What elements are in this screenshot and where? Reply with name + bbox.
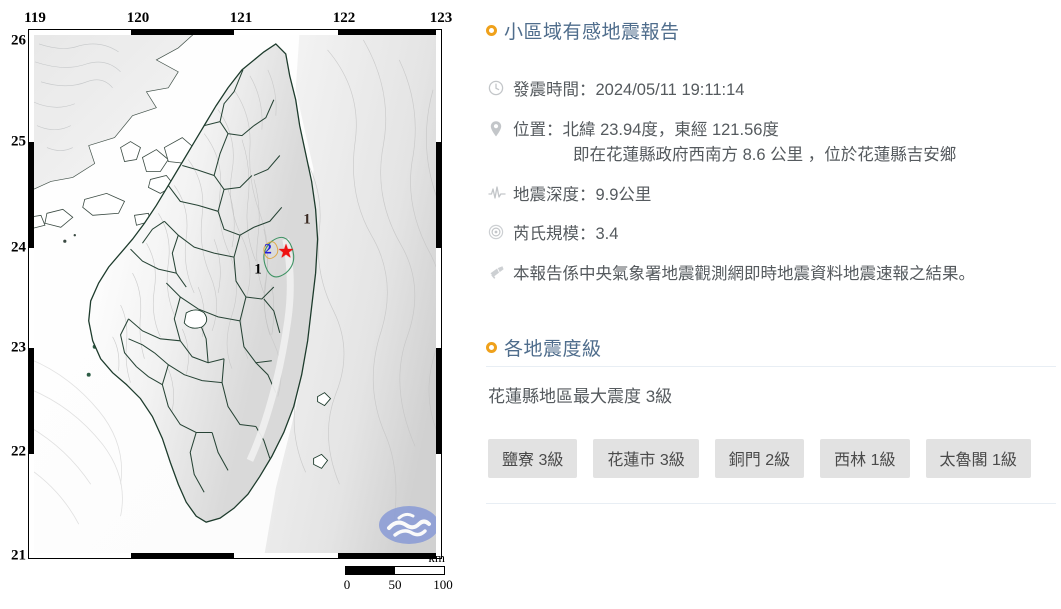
detail-row-depth: 地震深度：9.9公里 — [488, 183, 1058, 209]
magnitude-text: 芮氏規模：3.4 — [513, 225, 619, 244]
ripple-icon — [488, 224, 504, 244]
section-divider-bottom — [486, 503, 1056, 504]
detail-row-origin-time: 發震時間：2024/05/11 19:11:14 — [488, 78, 1058, 104]
depth-text: 地震深度：9.9公里 — [513, 185, 652, 204]
clock-icon — [488, 80, 504, 100]
scale-tick: 100 — [433, 577, 453, 592]
report-panel: 小區域有感地震報告 發震時間：2024/05/11 19:11:14 位置：北緯… — [482, 0, 1061, 609]
lat-tick: 26 — [11, 32, 26, 49]
max-intensity-text: 花蓮縣地區最大震度 3級 — [488, 387, 673, 406]
map-frame-right-ticks — [436, 29, 442, 559]
megaphone-icon — [488, 264, 504, 284]
station-badge[interactable]: 花蓮市 3級 — [593, 439, 699, 478]
report-heading-text: 小區域有感地震報告 — [504, 22, 680, 43]
earthquake-report-page: 119 120 121 122 123 26 25 24 23 22 21 ★ … — [0, 0, 1061, 609]
scale-unit-label: km — [428, 550, 445, 565]
lat-tick: 25 — [11, 133, 26, 150]
cwa-wave-logo-icon — [379, 506, 439, 544]
intensity-label-2: 2 — [264, 241, 272, 258]
location-sub-text: 即在花蓮縣政府西南方 8.6 公里 ，位於花蓮縣吉安鄉 — [573, 146, 957, 165]
scale-tick: 50 — [388, 577, 402, 592]
map-frame-left-ticks — [28, 29, 34, 559]
intensity-station-badges: 鹽寮 3級 花蓮市 3級 銅門 2級 西林 1級 太魯閣 1級 — [488, 439, 1031, 478]
lon-tick: 123 — [429, 10, 453, 26]
origin-time-text: 發震時間：2024/05/11 19:11:14 — [513, 81, 745, 99]
map-longitude-axis: 119 120 121 122 123 — [0, 10, 460, 30]
map-frame-top-ticks — [28, 29, 442, 35]
scale-bar-ticks: 0 50 100 — [343, 577, 453, 592]
intensity-label-1-north: 1 — [303, 211, 311, 228]
scale-tick: 0 — [343, 577, 351, 592]
map-frame-bottom-ticks — [28, 553, 442, 559]
intensity-label-1-west: 1 — [254, 261, 262, 278]
map-terrain-svg — [29, 30, 441, 558]
earthquake-detail-list: 發震時間：2024/05/11 19:11:14 位置：北緯 23.94度，東經… — [488, 78, 1058, 301]
lon-tick: 120 — [126, 10, 150, 26]
section-divider-top — [486, 366, 1056, 367]
detail-row-disclaimer: 本報告係中央氣象署地震觀測網即時地震資料地震速報之結果。 — [488, 262, 1058, 288]
map-canvas[interactable]: ★ 2 1 1 — [28, 29, 442, 559]
location-text: 位置：北緯 23.94度，東經 121.56度 即在花蓮縣政府西南方 8.6 公里… — [513, 118, 956, 169]
disclaimer-text: 本報告係中央氣象署地震觀測網即時地震資料地震速報之結果。 — [513, 264, 975, 283]
detail-row-location: 位置：北緯 23.94度，東經 121.56度 即在花蓮縣政府西南方 8.6 公里… — [488, 118, 1058, 169]
bullet-ring-icon — [486, 25, 497, 36]
lat-tick: 22 — [11, 443, 26, 460]
intensity-heading-text: 各地震度級 — [504, 339, 602, 360]
detail-row-magnitude: 芮氏規模：3.4 — [488, 222, 1058, 248]
lat-tick: 21 — [11, 547, 26, 564]
report-section-heading: 小區域有感地震報告 — [486, 17, 680, 44]
lon-tick: 122 — [332, 10, 356, 26]
waveform-icon — [488, 185, 506, 205]
lat-tick: 23 — [11, 339, 26, 356]
epicenter-star-marker: ★ — [277, 241, 295, 263]
lat-tick: 24 — [11, 239, 26, 256]
bullet-ring-icon — [486, 342, 497, 353]
station-badge[interactable]: 太魯閣 1級 — [925, 439, 1031, 478]
map-pin-icon — [488, 120, 504, 140]
map-latitude-axis: 26 25 24 23 22 21 — [0, 0, 28, 609]
station-badge[interactable]: 鹽寮 3級 — [488, 439, 578, 478]
inland-lake — [183, 309, 208, 329]
earthquake-map-panel: 119 120 121 122 123 26 25 24 23 22 21 ★ … — [0, 0, 470, 609]
lon-tick: 121 — [229, 10, 253, 26]
intensity-section-heading: 各地震度級 — [486, 334, 602, 361]
station-badge[interactable]: 西林 1級 — [820, 439, 910, 478]
scale-bar-graphic — [345, 566, 445, 575]
station-badge[interactable]: 銅門 2級 — [714, 439, 805, 478]
